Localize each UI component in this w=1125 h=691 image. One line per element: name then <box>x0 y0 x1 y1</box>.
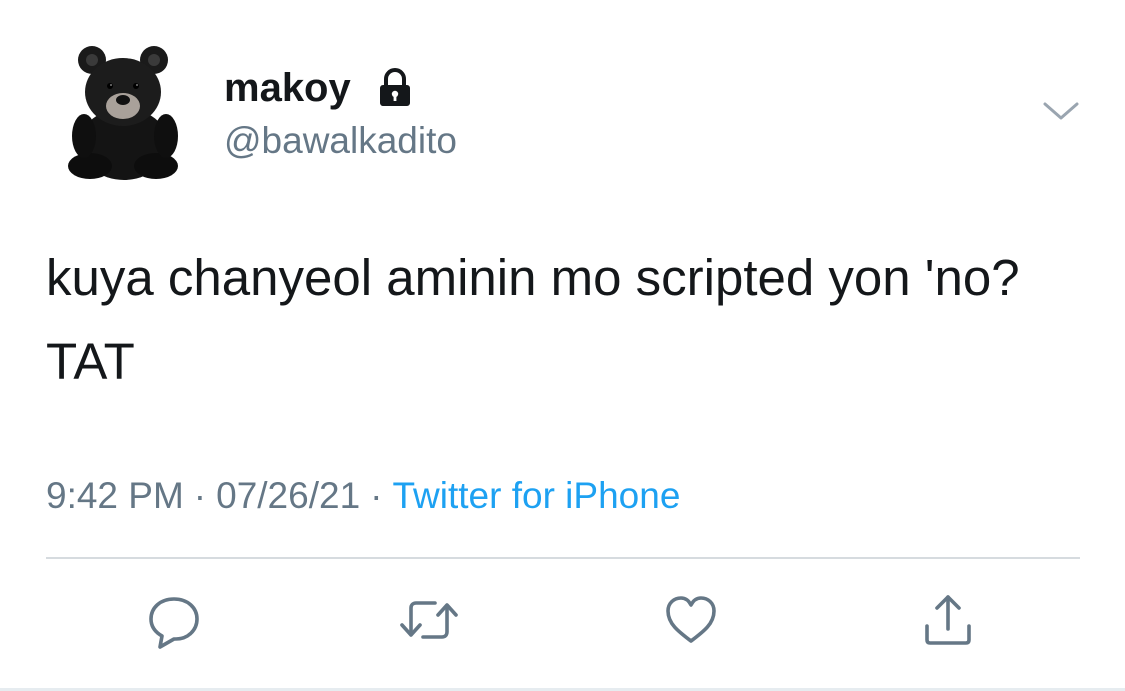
tweet-source-link[interactable]: Twitter for iPhone <box>392 475 680 516</box>
lock-icon <box>374 66 416 108</box>
share-button[interactable] <box>916 588 980 652</box>
retweet-button[interactable] <box>397 588 461 652</box>
handle[interactable]: @bawalkadito <box>224 118 457 164</box>
like-button[interactable] <box>659 588 723 652</box>
tweet-meta: 9:42 PM · 07/26/21 · Twitter for iPhone <box>46 470 680 522</box>
tweet-text: kuya chanyeol aminin mo scripted yon 'no… <box>46 249 1020 390</box>
like-icon <box>666 596 716 643</box>
reply-button[interactable] <box>142 588 206 652</box>
divider <box>46 557 1080 559</box>
tweet-time: 9:42 PM <box>46 475 184 516</box>
meta-separator: · <box>193 475 207 516</box>
avatar[interactable] <box>62 40 190 182</box>
share-icon <box>925 595 971 645</box>
meta-separator: · <box>370 475 383 516</box>
tweet-date: 07/26/21 <box>216 475 361 516</box>
retweet-icon <box>400 601 458 639</box>
reply-icon <box>149 597 199 649</box>
chevron-down-icon[interactable] <box>1040 96 1082 126</box>
display-name[interactable]: makoy <box>224 64 351 112</box>
